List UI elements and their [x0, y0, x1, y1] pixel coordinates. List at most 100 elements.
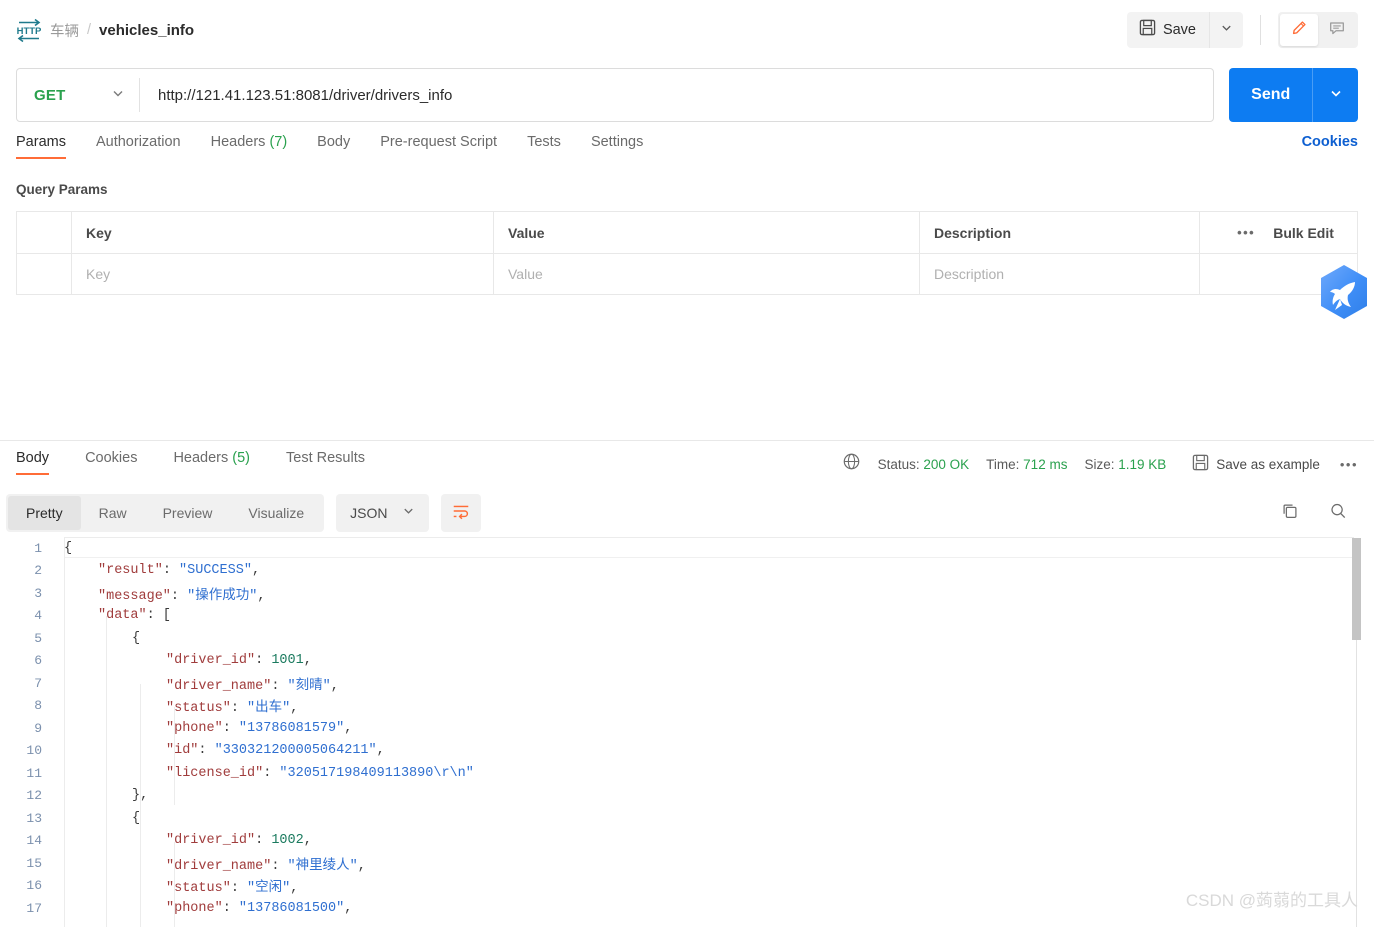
- response-body-viewer[interactable]: 1{2 "result": "SUCCESS", 3 "message": "操作成功…: [0, 537, 1374, 927]
- code-text: "status": "出车",: [52, 695, 298, 716]
- code-text: "license_id": "320517198409113890\r\n": [52, 766, 474, 781]
- size-value: 1.19 KB: [1118, 456, 1167, 472]
- row-description-input[interactable]: Description: [920, 254, 1200, 294]
- header-actions: ••• Bulk Edit: [1200, 212, 1357, 253]
- response-tab-cookies[interactable]: Cookies: [85, 450, 137, 475]
- token-pun: ,: [376, 743, 385, 759]
- token-key: "driver_name": [166, 858, 272, 874]
- code-text: {: [52, 811, 140, 826]
- breadcrumb: HTTP 车辆 / vehicles_info: [16, 17, 194, 43]
- row-checkbox-cell[interactable]: [17, 254, 72, 294]
- token-pun: :: [271, 858, 288, 874]
- time-badge: Time: 712 ms: [986, 456, 1068, 472]
- response-toolbar: Pretty Raw Preview Visualize JSON: [6, 493, 1368, 533]
- code-text: "driver_name": "刻晴",: [52, 673, 339, 694]
- svg-text:HTTP: HTTP: [17, 26, 42, 37]
- bulk-edit-button[interactable]: Bulk Edit: [1273, 225, 1334, 241]
- line-number: 1: [34, 540, 42, 556]
- line-number: 9: [34, 720, 42, 736]
- response-view-pretty[interactable]: Pretty: [8, 496, 81, 530]
- code-line: 3 "message": "操作成功",: [0, 582, 1374, 605]
- save-button[interactable]: Save: [1127, 12, 1209, 48]
- token-pun: },: [132, 788, 149, 804]
- token-key: "driver_name": [166, 678, 272, 694]
- tab-label: Body: [16, 450, 50, 466]
- code-line: 8 "status": "出车",: [0, 695, 1374, 718]
- search-icon[interactable]: [1328, 501, 1348, 526]
- response-format-selector[interactable]: JSON: [336, 494, 429, 532]
- token-key: "driver_id": [166, 833, 256, 849]
- status-badge: Status: 200 OK: [877, 456, 970, 472]
- line-number: 6: [34, 653, 42, 669]
- response-more-button[interactable]: •••: [1340, 457, 1358, 472]
- method-label: GET: [34, 86, 66, 104]
- line-number: 4: [34, 608, 42, 624]
- chevron-down-icon: [402, 504, 415, 522]
- tab-settings[interactable]: Settings: [591, 134, 643, 159]
- response-toolbar-right: [1280, 493, 1348, 533]
- line-number: 17: [26, 900, 42, 916]
- word-wrap-button[interactable]: [440, 494, 481, 532]
- token-pun: :: [263, 765, 280, 781]
- url-input[interactable]: [140, 86, 1214, 104]
- line-number: 3: [34, 585, 42, 601]
- code-text: "driver_id": 1002,: [52, 833, 312, 848]
- response-tab-test-results[interactable]: Test Results: [286, 450, 365, 475]
- tab-headers[interactable]: Headers (7): [211, 134, 288, 159]
- save-dropdown-button[interactable]: [1209, 12, 1243, 48]
- tab-tests[interactable]: Tests: [527, 134, 561, 159]
- send-button[interactable]: Send: [1229, 68, 1312, 122]
- line-number: 13: [26, 810, 42, 826]
- line-number: 16: [26, 878, 42, 894]
- cookies-link[interactable]: Cookies: [1302, 134, 1358, 150]
- method-selector[interactable]: GET: [17, 86, 139, 105]
- token-str: "330321200005064211": [214, 743, 377, 759]
- ellipsis-icon[interactable]: •••: [1237, 225, 1255, 240]
- code-text: "phone": "13786081500",: [52, 901, 352, 916]
- token-pun: {: [132, 630, 141, 646]
- size-badge: Size: 1.19 KB: [1084, 456, 1167, 472]
- token-num: 1002: [271, 833, 304, 849]
- token-pun: :: [222, 900, 239, 916]
- tab-count: (5): [228, 450, 251, 466]
- token-key: "id": [166, 743, 199, 759]
- edit-mode-button[interactable]: [1280, 14, 1318, 46]
- hummingbird-hexagon-icon[interactable]: [1311, 261, 1374, 327]
- response-view-raw[interactable]: Raw: [81, 496, 145, 530]
- tab-body[interactable]: Body: [317, 134, 350, 159]
- token-pun: ,: [344, 900, 353, 916]
- token-str: "空闲": [247, 881, 291, 897]
- copy-icon[interactable]: [1280, 501, 1300, 526]
- response-view-preview[interactable]: Preview: [145, 496, 231, 530]
- response-tab-body[interactable]: Body: [16, 450, 50, 475]
- code-text: "id": "330321200005064211",: [52, 743, 385, 758]
- chevron-down-icon: [1329, 86, 1343, 105]
- tab-pre-request-script[interactable]: Pre-request Script: [380, 134, 497, 159]
- tab-authorization[interactable]: Authorization: [96, 134, 181, 159]
- code-text: "driver_name": "神里绫人",: [52, 853, 366, 874]
- save-as-example-button[interactable]: Save as example: [1192, 454, 1320, 474]
- token-str: "13786081579": [238, 720, 345, 736]
- send-dropdown-button[interactable]: [1312, 68, 1358, 122]
- breadcrumb-request-name[interactable]: vehicles_info: [99, 22, 194, 39]
- response-view-visualize[interactable]: Visualize: [230, 496, 322, 530]
- breadcrumb-folder[interactable]: 车辆: [50, 20, 79, 41]
- token-str: "13786081500": [238, 900, 345, 916]
- token-pun: :: [255, 833, 272, 849]
- code-text: {: [52, 631, 140, 646]
- http-protocol-icon: HTTP: [16, 17, 42, 43]
- globe-icon[interactable]: [842, 452, 861, 476]
- row-value-input[interactable]: Value: [494, 254, 920, 294]
- token-str: "320517198409113890\r\n": [279, 765, 474, 781]
- token-key: "data": [98, 608, 147, 624]
- token-pun: ,: [344, 720, 353, 736]
- header-key: Key: [72, 212, 494, 253]
- vertical-scrollbar-thumb[interactable]: [1352, 538, 1361, 640]
- token-pun: {: [64, 540, 73, 556]
- response-tab-headers[interactable]: Headers (5): [173, 450, 250, 475]
- line-number: 8: [34, 698, 42, 714]
- row-key-input[interactable]: Key: [72, 254, 494, 294]
- tab-params[interactable]: Params: [16, 134, 66, 159]
- comments-button[interactable]: [1318, 14, 1356, 46]
- token-pun: ,: [303, 833, 312, 849]
